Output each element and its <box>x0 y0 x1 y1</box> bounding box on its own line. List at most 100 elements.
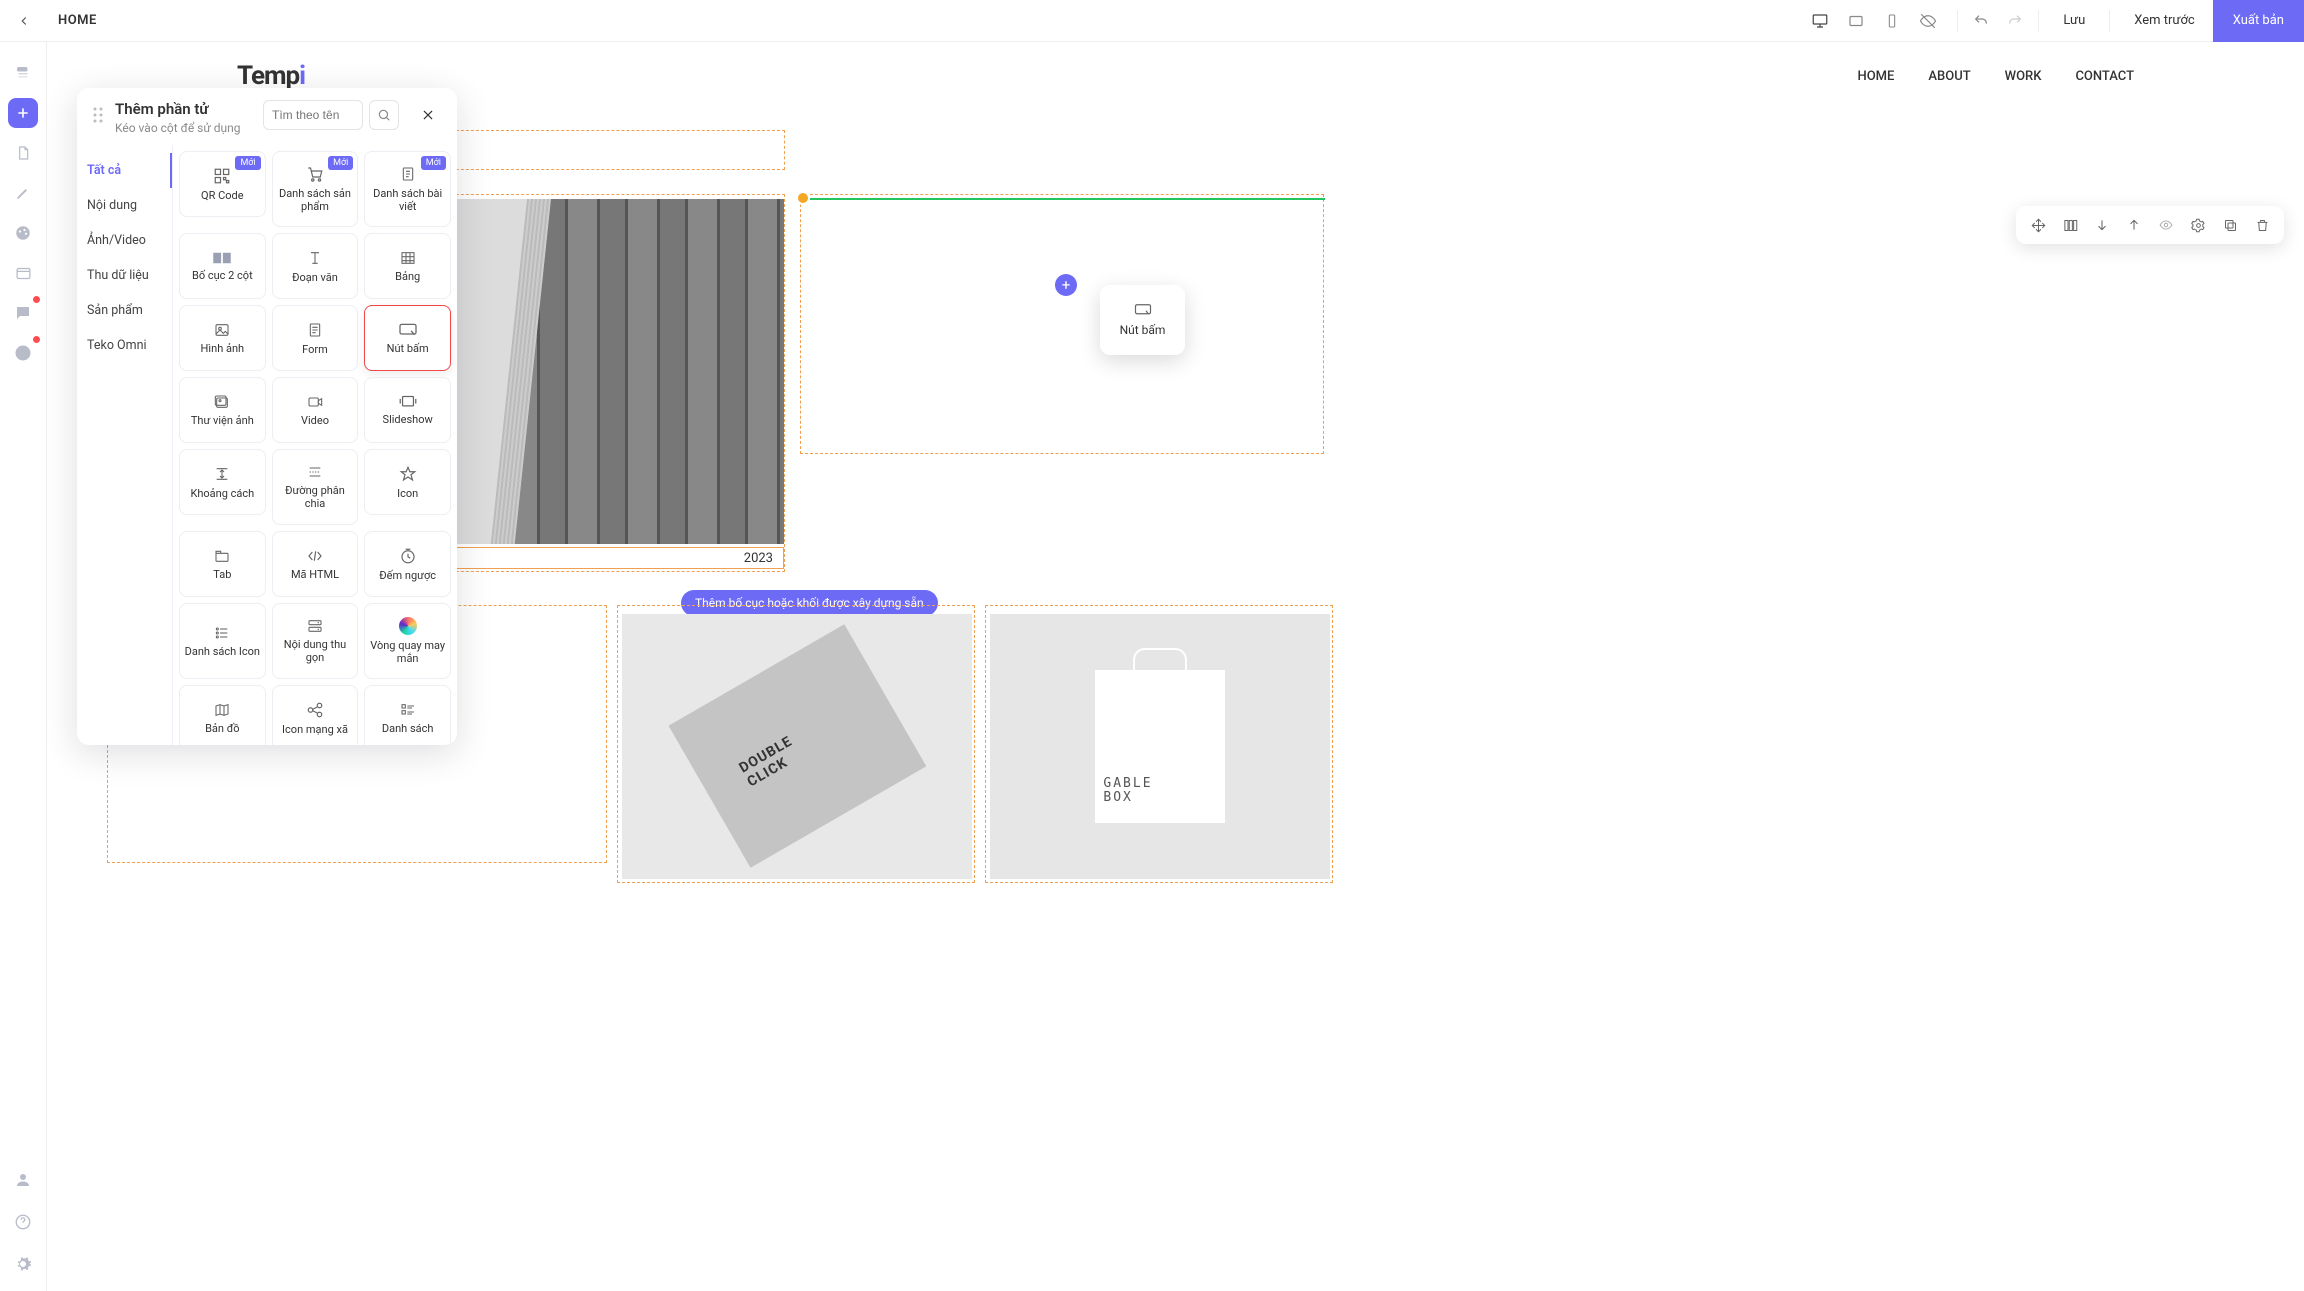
search-button[interactable] <box>369 100 399 130</box>
element-danh-sách[interactable]: Danh sách <box>364 685 451 745</box>
gear-icon[interactable] <box>2184 211 2212 239</box>
element-icon <box>307 321 323 339</box>
back-button[interactable] <box>8 5 40 37</box>
page-title: HOME <box>58 13 97 28</box>
rail-browser-icon[interactable] <box>8 258 38 288</box>
rail-help-icon[interactable] <box>8 1207 38 1237</box>
move-icon[interactable] <box>2024 211 2052 239</box>
category-item[interactable]: Nội dung <box>77 188 172 223</box>
element-icon <box>213 548 231 564</box>
rail-profile-icon[interactable] <box>8 1165 38 1195</box>
nav-work[interactable]: WORK <box>2005 69 2042 84</box>
element-bảng[interactable]: Bảng <box>364 233 451 299</box>
element-hình-ảnh[interactable]: Hình ảnh <box>179 305 266 371</box>
add-element-panel: Thêm phần tử Kéo vào cột để sử dụng Tất … <box>77 88 457 745</box>
rail-palette-icon[interactable] <box>8 218 38 248</box>
site-nav: HOME ABOUT WORK CONTACT <box>1858 69 2275 84</box>
device-mobile[interactable] <box>1875 4 1909 38</box>
redo-button[interactable] <box>1998 4 2032 38</box>
rail-settings-icon[interactable] <box>8 1249 38 1279</box>
element-danh-sách-sản-phẩm[interactable]: Danh sách sản phẩmMới <box>272 151 359 227</box>
eye-icon[interactable] <box>2152 211 2180 239</box>
element-label: Nút bấm <box>387 342 429 355</box>
canvas[interactable]: Tempi HOME ABOUT WORK CONTACT nnerckup A… <box>47 42 2304 1291</box>
element-mã-html[interactable]: Mã HTML <box>272 531 359 597</box>
product-image-a[interactable]: DOUBLE CLICK <box>622 614 972 879</box>
element-label: Hình ảnh <box>201 342 245 355</box>
element-slideshow[interactable]: Slideshow <box>364 377 451 443</box>
element-vòng-quay-may-mắn[interactable]: Vòng quay may mắn <box>364 603 451 679</box>
element-form[interactable]: Form <box>272 305 359 371</box>
drag-handle-icon[interactable] <box>91 106 105 124</box>
rail-chat-icon[interactable] <box>8 298 38 328</box>
visibility-off-icon[interactable] <box>1911 4 1945 38</box>
device-tablet[interactable] <box>1839 4 1873 38</box>
nav-home[interactable]: HOME <box>1858 69 1895 84</box>
columns-icon[interactable] <box>2056 211 2084 239</box>
element-đường-phân-chia[interactable]: Đường phân chia <box>272 449 359 525</box>
element-label: Danh sách <box>382 722 434 735</box>
top-bar: HOME Lưu Xem trước Xuất bản <box>0 0 2304 42</box>
new-badge: Mới <box>235 156 260 170</box>
element-label: Danh sách bài viết <box>369 187 446 213</box>
category-item[interactable]: Ảnh/Video <box>77 223 172 258</box>
add-in-column[interactable]: + <box>1055 274 1077 296</box>
drop-preview-card: Nút bấm <box>1100 285 1185 355</box>
category-item[interactable]: Sản phẩm <box>77 293 172 328</box>
arrow-up-icon[interactable] <box>2120 211 2148 239</box>
nav-about[interactable]: ABOUT <box>1928 69 1970 84</box>
element-danh-sách-icon[interactable]: Danh sách Icon <box>179 603 266 679</box>
element-danh-sách-bài-viết[interactable]: Danh sách bài viếtMới <box>364 151 451 227</box>
rail-layers-icon[interactable] <box>8 58 38 88</box>
element-grid: QR CodeMớiDanh sách sản phẩmMớiDanh sách… <box>179 151 451 745</box>
nav-contact[interactable]: CONTACT <box>2075 69 2134 84</box>
element-tab[interactable]: Tab <box>179 531 266 597</box>
year-cell[interactable]: 2023 <box>424 547 784 569</box>
element-bố-cục-2-cột[interactable]: Bố cục 2 cột <box>179 233 266 299</box>
rail-chart-icon[interactable] <box>8 338 38 368</box>
rail-add-element[interactable] <box>8 98 38 128</box>
element-bản-đồ[interactable]: Bản đồ <box>179 685 266 745</box>
element-icon <box>400 165 416 183</box>
element-qr-code[interactable]: QR CodeMới <box>179 151 266 217</box>
product-col-b[interactable]: GABLE BOX <box>985 605 1333 883</box>
arrow-down-icon[interactable] <box>2088 211 2116 239</box>
drop-guide-line <box>803 198 1325 200</box>
element-icon[interactable]: Icon <box>364 449 451 515</box>
block-toolbar <box>2016 206 2284 244</box>
search-input[interactable] <box>263 100 363 130</box>
category-item[interactable]: Teko Omni <box>77 328 172 363</box>
element-đoạn-văn[interactable]: Đoạn văn <box>272 233 359 299</box>
element-video[interactable]: Video <box>272 377 359 443</box>
element-label: Bản đồ <box>205 722 240 735</box>
element-nút-bấm[interactable]: Nút bấm <box>364 305 451 371</box>
close-panel-button[interactable] <box>413 100 443 130</box>
element-đếm-ngược[interactable]: Đếm ngược <box>364 531 451 597</box>
undo-button[interactable] <box>1964 4 1998 38</box>
product-col-a[interactable]: DOUBLE CLICK <box>617 605 975 883</box>
rail-pages-icon[interactable] <box>8 138 38 168</box>
copy-icon[interactable] <box>2216 211 2244 239</box>
element-label: Form <box>302 343 328 356</box>
device-desktop[interactable] <box>1803 4 1837 38</box>
element-label: Video <box>301 414 329 427</box>
element-label: Icon <box>397 487 418 500</box>
element-icon <box>306 701 324 719</box>
element-khoảng-cách[interactable]: Khoảng cách <box>179 449 266 515</box>
column-right[interactable] <box>800 194 1324 454</box>
category-item[interactable]: Thu dữ liệu <box>77 258 172 293</box>
product-image-b[interactable]: GABLE BOX <box>990 614 1330 879</box>
element-label: Đoạn văn <box>292 271 338 284</box>
category-item[interactable]: Tất cả <box>77 153 172 188</box>
preview-button[interactable]: Xem trước <box>2116 0 2212 42</box>
element-thư-viện-ảnh[interactable]: Thư viện ảnh <box>179 377 266 443</box>
element-icon-mạng-xã[interactable]: Icon mạng xã <box>272 685 359 745</box>
element-icon <box>399 617 417 635</box>
publish-button[interactable]: Xuất bản <box>2213 0 2304 42</box>
trash-icon[interactable] <box>2248 211 2276 239</box>
element-icon <box>307 249 323 267</box>
save-button[interactable]: Lưu <box>2045 0 2103 42</box>
rail-pen-icon[interactable] <box>8 178 38 208</box>
element-nội-dung-thu-gọn[interactable]: Nội dung thu gọn <box>272 603 359 679</box>
element-icon <box>213 702 231 718</box>
